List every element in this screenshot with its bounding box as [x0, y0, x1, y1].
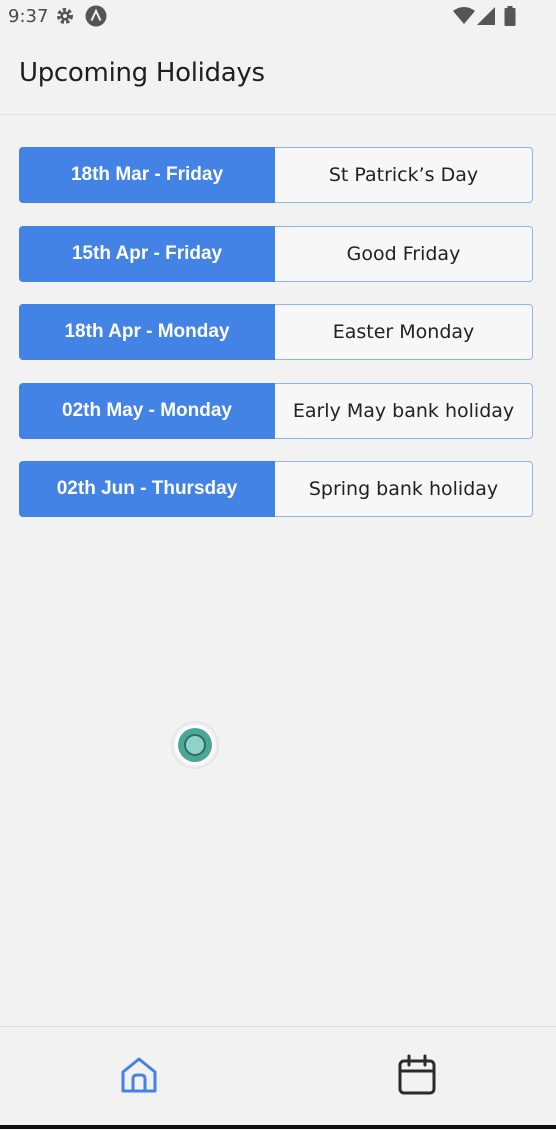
holiday-name: Early May bank holiday [275, 382, 533, 439]
holiday-date: 15th Apr - Friday [19, 225, 275, 282]
app-a-icon [85, 5, 107, 32]
touch-indicator [171, 721, 219, 769]
calendar-icon [397, 1054, 437, 1101]
holiday-name: Easter Monday [275, 304, 533, 360]
app-header: Upcoming Holidays [0, 34, 556, 115]
home-icon [119, 1055, 159, 1100]
holiday-name: St Patrick’s Day [275, 147, 533, 203]
settings-gear-icon [55, 6, 75, 31]
holiday-row[interactable]: 18th Mar - Friday St Patrick’s Day [19, 147, 533, 203]
status-time: 9:37 [8, 6, 49, 27]
battery-icon [504, 6, 516, 31]
holiday-list: 18th Mar - Friday St Patrick’s Day 15th … [19, 147, 533, 540]
page-title: Upcoming Holidays [19, 58, 265, 88]
holiday-date: 18th Mar - Friday [19, 147, 275, 203]
nav-tab-home[interactable] [0, 1027, 278, 1127]
holiday-date: 02th May - Monday [19, 382, 275, 439]
signal-icon [477, 7, 495, 30]
holiday-row[interactable]: 02th May - Monday Early May bank holiday [19, 382, 533, 439]
holiday-row[interactable]: 18th Apr - Monday Easter Monday [19, 304, 533, 360]
holiday-name: Spring bank holiday [275, 461, 533, 517]
touch-indicator-ring [178, 728, 212, 762]
bottom-nav [0, 1026, 556, 1130]
wifi-icon [453, 7, 475, 30]
nav-tab-calendar[interactable] [278, 1027, 556, 1127]
holiday-date: 02th Jun - Thursday [19, 461, 275, 517]
holiday-name: Good Friday [275, 225, 533, 282]
touch-indicator-core [184, 734, 206, 756]
holiday-date: 18th Apr - Monday [19, 304, 275, 360]
holiday-row[interactable]: 15th Apr - Friday Good Friday [19, 225, 533, 282]
screen-bottom-edge [0, 1125, 556, 1129]
holiday-row[interactable]: 02th Jun - Thursday Spring bank holiday [19, 461, 533, 517]
status-bar: 9:37 [0, 0, 556, 34]
